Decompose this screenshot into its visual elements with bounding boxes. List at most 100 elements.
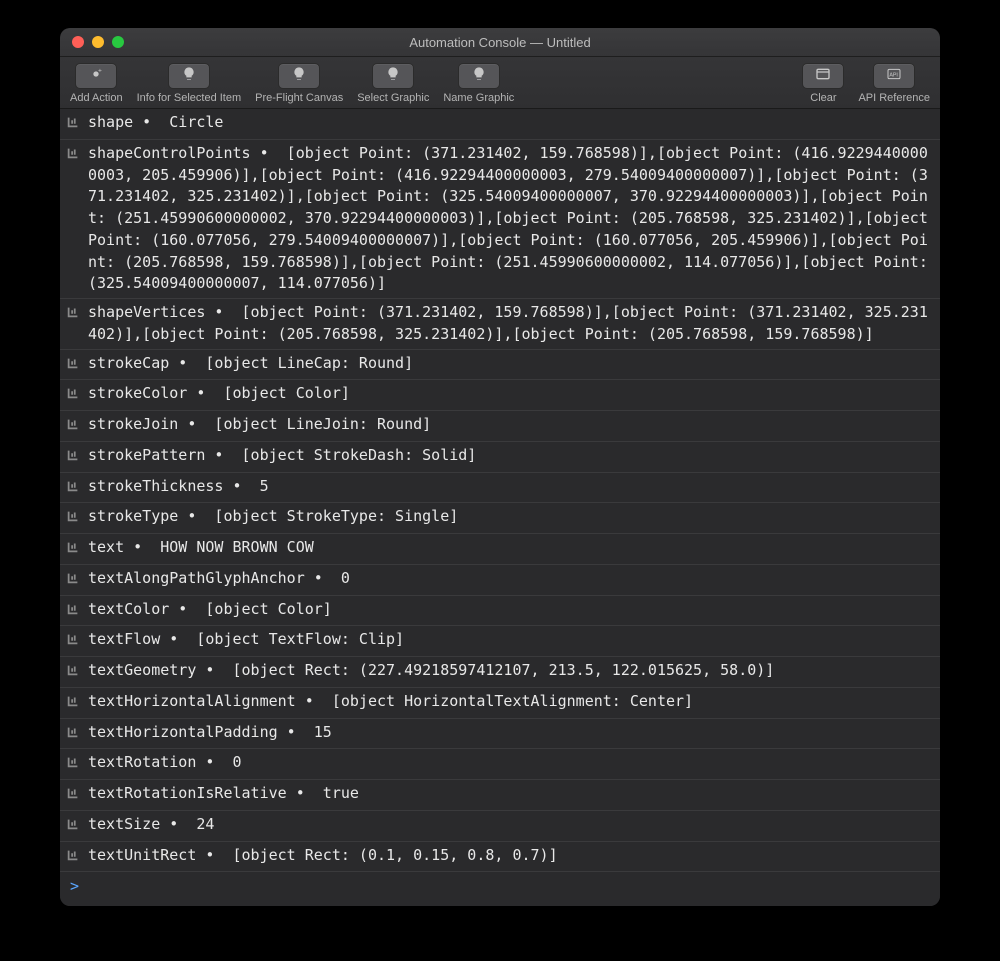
log-row[interactable]: shapeControlPoints • [object Point: (371… bbox=[60, 140, 940, 299]
toolbar-item-clear: Clear bbox=[802, 63, 844, 104]
toolbar-item-name-graphic: Name Graphic bbox=[443, 63, 514, 104]
log-level-icon bbox=[66, 754, 84, 776]
log-text: shape • Circle bbox=[84, 112, 932, 134]
clear-label: Clear bbox=[810, 92, 836, 104]
name-graphic-button[interactable] bbox=[458, 63, 500, 89]
console-window: Automation Console — Untitled + Add Actio… bbox=[60, 28, 940, 906]
log-text: textAlongPathGlyphAnchor • 0 bbox=[84, 568, 932, 590]
log-row[interactable]: strokeType • [object StrokeType: Single] bbox=[60, 503, 940, 534]
preflight-label: Pre-Flight Canvas bbox=[255, 92, 343, 104]
log-row[interactable]: textRotationIsRelative • true bbox=[60, 780, 940, 811]
toolbar-item-add-action: + Add Action bbox=[70, 63, 123, 104]
close-icon[interactable] bbox=[72, 36, 84, 48]
api-icon: API bbox=[886, 66, 902, 87]
info-button[interactable] bbox=[168, 63, 210, 89]
bulb-icon bbox=[471, 66, 487, 87]
log-level-icon bbox=[66, 508, 84, 530]
log-text: strokeThickness • 5 bbox=[84, 476, 932, 498]
window-controls bbox=[72, 36, 124, 48]
window-title: Automation Console — Untitled bbox=[60, 35, 940, 50]
log-text: textHorizontalPadding • 15 bbox=[84, 722, 932, 744]
minimize-icon[interactable] bbox=[92, 36, 104, 48]
log-level-icon bbox=[66, 145, 84, 167]
svg-text:API: API bbox=[890, 72, 899, 78]
log-row[interactable]: strokeThickness • 5 bbox=[60, 473, 940, 504]
select-graphic-label: Select Graphic bbox=[357, 92, 429, 104]
log-level-icon bbox=[66, 478, 84, 500]
log-text: shapeVertices • [object Point: (371.2314… bbox=[84, 302, 932, 346]
log-level-icon bbox=[66, 447, 84, 469]
log-row[interactable]: strokePattern • [object StrokeDash: Soli… bbox=[60, 442, 940, 473]
log-row[interactable]: strokeColor • [object Color] bbox=[60, 380, 940, 411]
log-text: textGeometry • [object Rect: (227.492185… bbox=[84, 660, 932, 682]
log-row[interactable]: textGeometry • [object Rect: (227.492185… bbox=[60, 657, 940, 688]
log-row[interactable]: strokeJoin • [object LineJoin: Round] bbox=[60, 411, 940, 442]
zoom-icon[interactable] bbox=[112, 36, 124, 48]
log-level-icon bbox=[66, 693, 84, 715]
window-icon bbox=[815, 66, 831, 87]
log-level-icon bbox=[66, 631, 84, 653]
log-text: textColor • [object Color] bbox=[84, 599, 932, 621]
log-level-icon bbox=[66, 304, 84, 326]
log-text: strokeType • [object StrokeType: Single] bbox=[84, 506, 932, 528]
log-text: textFlow • [object TextFlow: Clip] bbox=[84, 629, 932, 651]
log-text: strokeCap • [object LineCap: Round] bbox=[84, 353, 932, 375]
log-row[interactable]: textColor • [object Color] bbox=[60, 596, 940, 627]
log-text: textHorizontalAlignment • [object Horizo… bbox=[84, 691, 932, 713]
bulb-icon bbox=[181, 66, 197, 87]
log-row[interactable]: textFlow • [object TextFlow: Clip] bbox=[60, 626, 940, 657]
titlebar[interactable]: Automation Console — Untitled bbox=[60, 28, 940, 57]
log-level-icon bbox=[66, 785, 84, 807]
log-row[interactable]: textUnitRect • [object Rect: (0.1, 0.15,… bbox=[60, 842, 940, 873]
name-graphic-label: Name Graphic bbox=[443, 92, 514, 104]
log-text: text • HOW NOW BROWN COW bbox=[84, 537, 932, 559]
add-action-button[interactable]: + bbox=[75, 63, 117, 89]
log-level-icon bbox=[66, 355, 84, 377]
log-row[interactable]: textSize • 24 bbox=[60, 811, 940, 842]
log-text: strokeColor • [object Color] bbox=[84, 383, 932, 405]
prompt-symbol: > bbox=[70, 876, 79, 898]
log-row[interactable]: textHorizontalAlignment • [object Horizo… bbox=[60, 688, 940, 719]
log-text: textSize • 24 bbox=[84, 814, 932, 836]
toolbar: + Add Action Info for Selected Item Pre-Fli… bbox=[60, 57, 940, 109]
clear-button[interactable] bbox=[802, 63, 844, 89]
log-text: textUnitRect • [object Rect: (0.1, 0.15,… bbox=[84, 845, 932, 867]
log-level-icon bbox=[66, 847, 84, 869]
log-row[interactable]: shapeVertices • [object Point: (371.2314… bbox=[60, 299, 940, 350]
log-level-icon bbox=[66, 724, 84, 746]
log-text: shapeControlPoints • [object Point: (371… bbox=[84, 143, 932, 295]
toolbar-item-info: Info for Selected Item bbox=[137, 63, 242, 104]
log-level-icon bbox=[66, 601, 84, 623]
svg-text:+: + bbox=[98, 67, 102, 74]
log-level-icon bbox=[66, 662, 84, 684]
log-text: strokePattern • [object StrokeDash: Soli… bbox=[84, 445, 932, 467]
select-graphic-button[interactable] bbox=[372, 63, 414, 89]
add-action-label: Add Action bbox=[70, 92, 123, 104]
log-text: textRotationIsRelative • true bbox=[84, 783, 932, 805]
bulb-icon bbox=[291, 66, 307, 87]
log-level-icon bbox=[66, 539, 84, 561]
log-row[interactable]: text • HOW NOW BROWN COW bbox=[60, 534, 940, 565]
info-label: Info for Selected Item bbox=[137, 92, 242, 104]
prompt-row[interactable]: > bbox=[60, 872, 940, 902]
console-output[interactable]: shape • Circle shapeControlPoints • [obje… bbox=[60, 109, 940, 906]
log-row[interactable]: textRotation • 0 bbox=[60, 749, 940, 780]
toolbar-item-api-ref: APIAPI Reference bbox=[858, 63, 930, 104]
log-level-icon bbox=[66, 570, 84, 592]
log-row[interactable]: textHorizontalPadding • 15 bbox=[60, 719, 940, 750]
preflight-button[interactable] bbox=[278, 63, 320, 89]
log-row[interactable]: textAlongPathGlyphAnchor • 0 bbox=[60, 565, 940, 596]
log-text: strokeJoin • [object LineJoin: Round] bbox=[84, 414, 932, 436]
log-level-icon bbox=[66, 114, 84, 136]
console-input[interactable] bbox=[85, 876, 932, 896]
gear-plus-icon: + bbox=[88, 66, 104, 87]
log-row[interactable]: strokeCap • [object LineCap: Round] bbox=[60, 350, 940, 381]
toolbar-item-select-graphic: Select Graphic bbox=[357, 63, 429, 104]
log-level-icon bbox=[66, 416, 84, 438]
log-row[interactable]: shape • Circle bbox=[60, 109, 940, 140]
toolbar-item-preflight: Pre-Flight Canvas bbox=[255, 63, 343, 104]
log-level-icon bbox=[66, 816, 84, 838]
api-ref-button[interactable]: API bbox=[873, 63, 915, 89]
log-text: textRotation • 0 bbox=[84, 752, 932, 774]
log-level-icon bbox=[66, 385, 84, 407]
